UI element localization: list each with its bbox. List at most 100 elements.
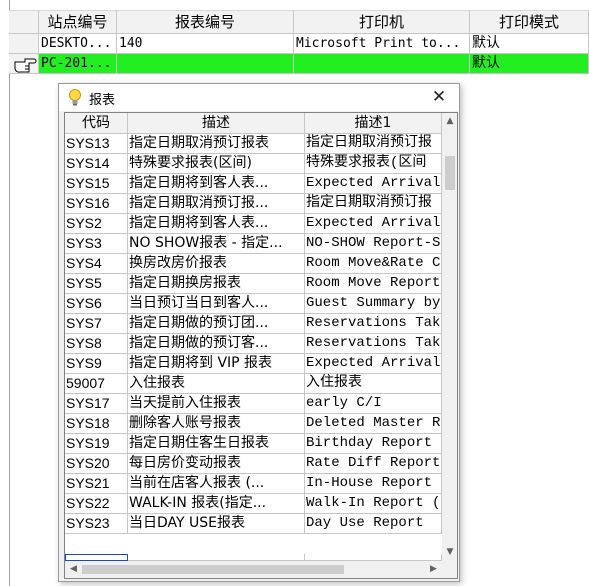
cell-desc1[interactable]: Room Move&Rate Ch xyxy=(305,254,442,274)
cell-code[interactable]: SYS7 xyxy=(65,314,128,334)
cell-desc1[interactable]: 特殊要求报表(区间 xyxy=(305,154,442,174)
cell-desc1[interactable] xyxy=(305,554,442,561)
table-row[interactable]: SYS15 指定日期将到客人表... Expected Arrivals xyxy=(65,174,442,194)
col-header-code[interactable]: 代码 xyxy=(65,113,128,134)
table-row[interactable]: SYS7 指定日期做的预订团... Reservations Take xyxy=(65,314,442,334)
col-header-report[interactable]: 报表编号 xyxy=(117,10,294,34)
scroll-right-icon[interactable]: ▶ xyxy=(425,561,442,578)
cell-desc[interactable]: 当日预订当日到客人... xyxy=(128,294,305,314)
cell-station[interactable]: PC-201... xyxy=(39,54,117,74)
col-header-station[interactable]: 站点编号 xyxy=(39,10,117,34)
cell-code[interactable]: SYS17 xyxy=(65,394,128,414)
table-row[interactable]: 59007 入住报表 入住报表 xyxy=(65,374,442,394)
cell-desc1[interactable]: Deleted Master Re xyxy=(305,414,442,434)
row-indicator[interactable] xyxy=(9,34,39,54)
table-row[interactable]: SYS17 当天提前入住报表 early C/I xyxy=(65,394,442,414)
cell-desc1[interactable]: Birthday Report ( xyxy=(305,434,442,454)
table-row[interactable]: SYS18 删除客人账号报表 Deleted Master Re xyxy=(65,414,442,434)
cell-code[interactable]: SYS18 xyxy=(65,414,128,434)
cell-desc[interactable]: 指定日期取消预订报... xyxy=(128,194,305,214)
table-row[interactable]: SYS2 指定日期将到客人表... Expected Arrivals xyxy=(65,214,442,234)
cell-code[interactable]: SYS23 xyxy=(65,514,128,534)
table-row[interactable]: SYS3 NO SHOW报表 - 指定... NO-SHOW Report-Sp xyxy=(65,234,442,254)
cell-desc[interactable]: 换房改房价报表 xyxy=(128,254,305,274)
table-row[interactable]: SYS14 特殊要求报表(区间) 特殊要求报表(区间 xyxy=(65,154,442,174)
cell-mode[interactable]: 默认 xyxy=(470,34,589,54)
cell-desc1[interactable]: Reservations Take xyxy=(305,314,442,334)
table-row[interactable]: SYS13 指定日期取消预订报表 指定日期取消预订报 xyxy=(65,134,442,154)
cell-code[interactable]: SYS21 xyxy=(65,474,128,494)
col-header-printer[interactable]: 打印机 xyxy=(294,10,470,34)
cell-desc[interactable]: 删除客人账号报表 xyxy=(128,414,305,434)
table-row[interactable]: SYS6 当日预订当日到客人... Guest Summary by xyxy=(65,294,442,314)
cell-desc1[interactable]: Reservations Take xyxy=(305,334,442,354)
cell-desc1[interactable]: Expected Arrivals xyxy=(305,214,442,234)
cell-desc1[interactable]: 指定日期取消预订报 xyxy=(305,134,442,154)
horizontal-scrollbar[interactable]: ◀ ▶ xyxy=(65,561,442,578)
table-row[interactable]: SYS22 WALK-IN 报表(指定... Walk-In Report (B xyxy=(65,494,442,514)
cell-desc[interactable]: 指定日期做的预订团... xyxy=(128,314,305,334)
cell-code[interactable]: SYS4 xyxy=(65,254,128,274)
cell-desc[interactable]: 指定日期取消预订报表 xyxy=(128,134,305,154)
cell-desc1[interactable]: NO-SHOW Report-Sp xyxy=(305,234,442,254)
cell-desc1[interactable]: early C/I xyxy=(305,394,442,414)
scrollbar-thumb[interactable] xyxy=(445,156,455,190)
cell-code[interactable]: SYS15 xyxy=(65,174,128,194)
cell-code[interactable]: SYS20 xyxy=(65,454,128,474)
scroll-down-icon[interactable]: ▼ xyxy=(442,544,457,561)
col-header-desc1[interactable]: 描述1 xyxy=(305,113,442,134)
table-row[interactable]: SYS19 指定日期住客生日报表 Birthday Report ( xyxy=(65,434,442,454)
cell-desc1[interactable]: Day Use Report xyxy=(305,514,442,534)
cell-desc[interactable] xyxy=(128,554,305,561)
cell-desc1[interactable]: 入住报表 xyxy=(305,374,442,394)
cell-code[interactable]: 59007 xyxy=(65,374,128,394)
cell-code[interactable] xyxy=(65,554,128,561)
cell-code[interactable]: SYS19 xyxy=(65,434,128,454)
table-row[interactable]: SYS23 当日DAY USE报表 Day Use Report xyxy=(65,514,442,534)
scroll-left-icon[interactable]: ◀ xyxy=(65,561,82,578)
cell-desc[interactable]: 特殊要求报表(区间) xyxy=(128,154,305,174)
cell-report[interactable]: 140 xyxy=(117,34,294,54)
table-row[interactable]: SYS16 指定日期取消预订报... 指定日期取消预订报 xyxy=(65,194,442,214)
cell-code[interactable]: SYS2 xyxy=(65,214,128,234)
table-row[interactable]: DESKTO... 140 Microsoft Print to... 默认 xyxy=(9,34,589,54)
cell-desc[interactable]: 指定日期做的预订客... xyxy=(128,334,305,354)
cell-desc1[interactable]: Guest Summary by xyxy=(305,294,442,314)
cell-desc[interactable]: 每日房价变动报表 xyxy=(128,454,305,474)
cell-desc[interactable]: 指定日期住客生日报表 xyxy=(128,434,305,454)
cell-desc[interactable]: NO SHOW报表 - 指定... xyxy=(128,234,305,254)
dialog-titlebar[interactable]: 报表 ✕ xyxy=(59,84,459,111)
vertical-scrollbar[interactable]: ▲ ▼ xyxy=(442,113,457,561)
cell-code[interactable]: SYS8 xyxy=(65,334,128,354)
cell-printer[interactable]: Microsoft Print to... xyxy=(294,34,470,54)
cell-code[interactable]: SYS3 xyxy=(65,234,128,254)
cell-desc1[interactable]: Rate Diff Report( xyxy=(305,454,442,474)
cell-desc1[interactable]: Walk-In Report (B xyxy=(305,494,442,514)
cell-code[interactable]: SYS14 xyxy=(65,154,128,174)
table-row-partial[interactable] xyxy=(65,554,442,561)
table-row[interactable]: SYS20 每日房价变动报表 Rate Diff Report( xyxy=(65,454,442,474)
row-indicator[interactable] xyxy=(9,54,39,74)
table-row[interactable]: SYS21 当前在店客人报表 (... In-House Report ( xyxy=(65,474,442,494)
cell-code[interactable]: SYS6 xyxy=(65,294,128,314)
scrollbar-thumb[interactable] xyxy=(82,565,344,574)
cell-desc[interactable]: 指定日期将到客人表... xyxy=(128,214,305,234)
table-row[interactable]: SYS9 指定日期将到 VIP 报表 Expected Arrivals xyxy=(65,354,442,374)
cell-mode[interactable]: 默认 xyxy=(470,54,589,74)
cell-desc[interactable]: 当日DAY USE报表 xyxy=(128,514,305,534)
table-row[interactable]: SYS4 换房改房价报表 Room Move&Rate Ch xyxy=(65,254,442,274)
cell-desc[interactable]: 入住报表 xyxy=(128,374,305,394)
table-row-selected[interactable]: PC-201... 默认 xyxy=(9,54,589,74)
cell-desc[interactable]: 指定日期将到客人表... xyxy=(128,174,305,194)
col-header-desc[interactable]: 描述 xyxy=(128,113,305,134)
cell-desc1[interactable]: 指定日期取消预订报 xyxy=(305,194,442,214)
cell-desc[interactable]: 指定日期换房报表 xyxy=(128,274,305,294)
cell-code[interactable]: SYS5 xyxy=(65,274,128,294)
cell-desc[interactable]: WALK-IN 报表(指定... xyxy=(128,494,305,514)
cell-station[interactable]: DESKTO... xyxy=(39,34,117,54)
cell-desc1[interactable]: Expected Arrivals xyxy=(305,174,442,194)
cell-code[interactable]: SYS13 xyxy=(65,134,128,154)
close-icon[interactable]: ✕ xyxy=(425,86,453,108)
table-row[interactable]: SYS5 指定日期换房报表 Room Move Report xyxy=(65,274,442,294)
cell-report[interactable] xyxy=(117,54,294,74)
